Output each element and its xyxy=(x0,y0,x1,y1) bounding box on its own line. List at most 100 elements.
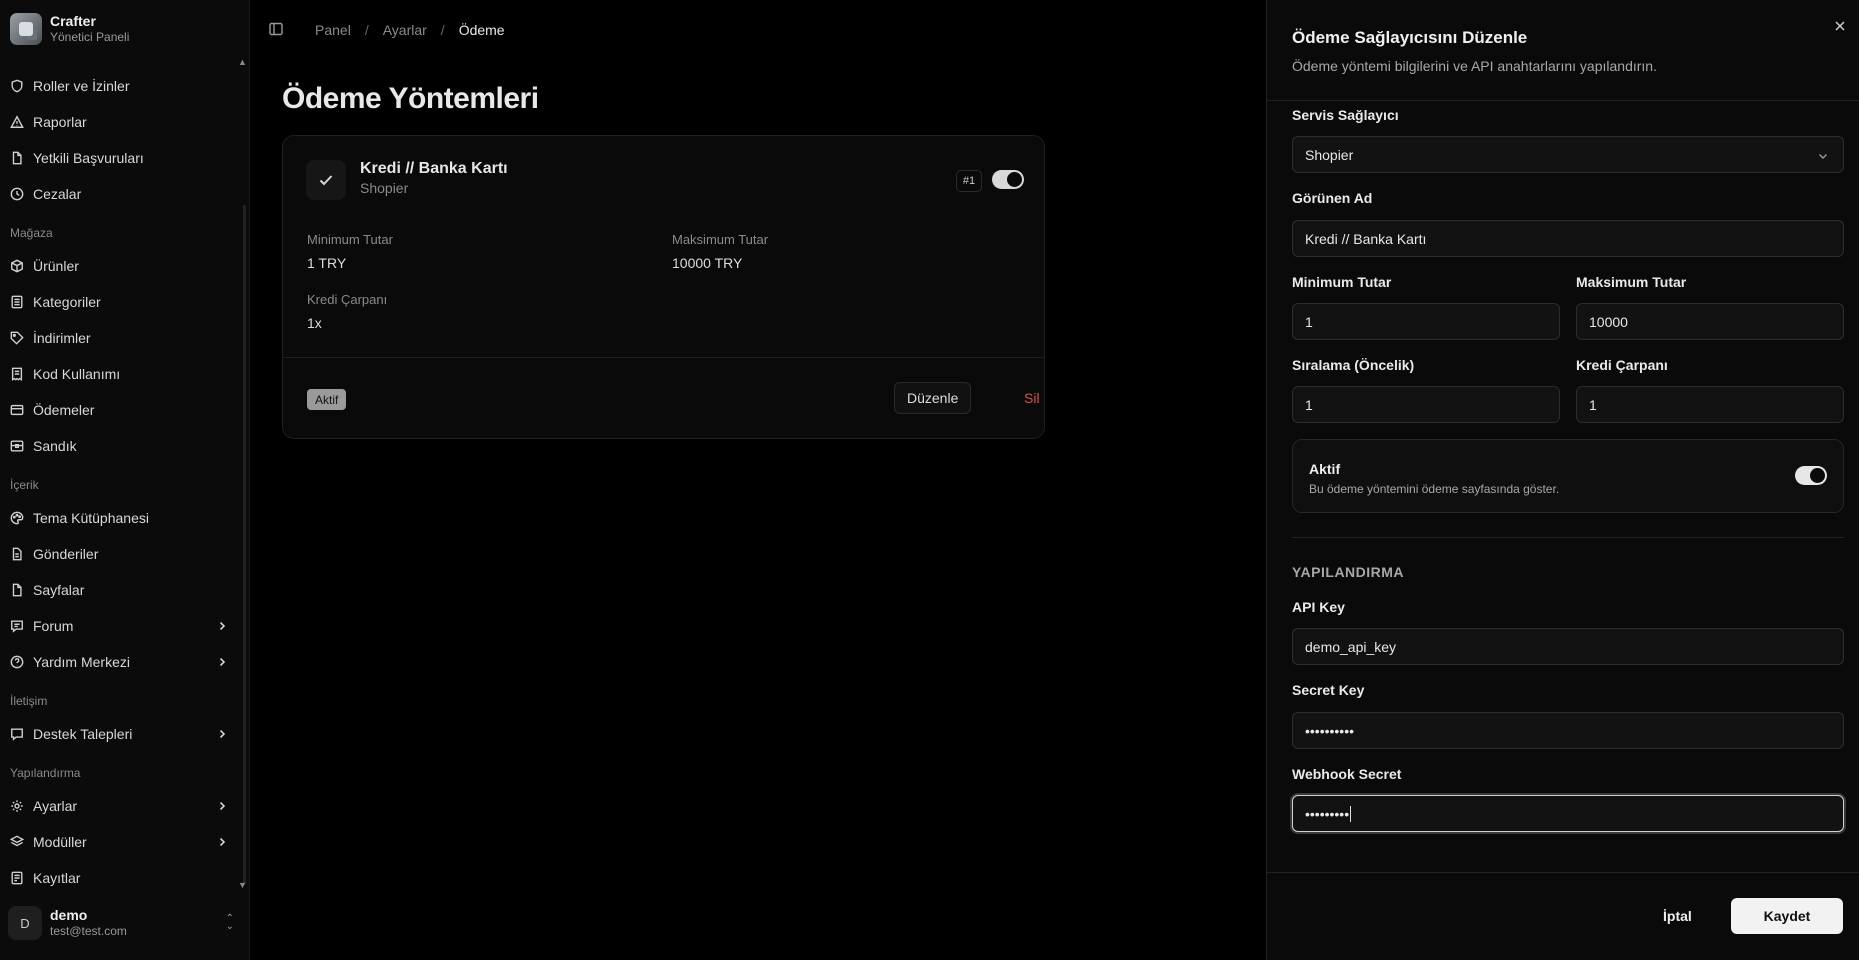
save-button[interactable]: Kaydet xyxy=(1731,898,1843,934)
sidebar-item-settings[interactable]: Ayarlar xyxy=(10,792,232,820)
active-description: Bu ödeme yöntemini ödeme sayfasında göst… xyxy=(1309,482,1560,496)
max-amount-label: Maksimum Tutar xyxy=(1576,274,1687,290)
panel-title: Ödeme Sağlayıcısını Düzenle xyxy=(1292,28,1528,47)
sidebar-item-categories[interactable]: Kategoriler xyxy=(10,288,232,316)
config-section-title: YAPILANDIRMA xyxy=(1292,564,1405,580)
chevron-right-icon xyxy=(219,837,226,847)
receipt-icon xyxy=(11,367,23,381)
secret-key-input[interactable]: •••••••••• xyxy=(1292,712,1844,749)
sidebar-item-code-usage[interactable]: Kod Kullanımı xyxy=(10,360,232,388)
api-key-input[interactable]: demo_api_key xyxy=(1292,628,1844,665)
sidebar-item-products[interactable]: Ürünler xyxy=(10,252,232,280)
sidebar-item-support-tickets[interactable]: Destek Talepleri xyxy=(10,720,232,748)
method-name: Kredi // Banka Kartı xyxy=(360,160,508,177)
multiplier-input[interactable]: 1 xyxy=(1576,386,1844,423)
delete-button[interactable]: Sil xyxy=(1024,382,1040,414)
order-label: Sıralama (Öncelik) xyxy=(1292,357,1415,373)
breadcrumb-item-panel[interactable]: Panel xyxy=(315,22,351,38)
sidebar-item-applications[interactable]: Yetkili Başvuruları xyxy=(10,144,232,172)
sidebar-toggle-icon[interactable] xyxy=(269,22,283,36)
sidebar-item-label: Sandık xyxy=(33,438,77,454)
text-cursor xyxy=(1350,805,1352,822)
chest-icon xyxy=(10,440,24,452)
sidebar-item-forum[interactable]: Forum xyxy=(10,612,232,640)
panel-description: Ödeme yöntemi bilgilerini ve API anahtar… xyxy=(1292,58,1657,74)
brand[interactable]: Crafter Yönetici Paneli xyxy=(10,13,129,45)
sidebar-item-label: Modüller xyxy=(33,834,87,850)
user-name: demo xyxy=(50,907,88,923)
webhook-secret-input[interactable]: ••••••••• xyxy=(1292,795,1844,832)
sidebar-item-chest[interactable]: Sandık xyxy=(10,432,232,460)
layers-icon xyxy=(10,835,24,847)
scroll-up-icon[interactable]: ▲ xyxy=(238,57,247,67)
sidebar-item-label: Forum xyxy=(33,618,74,634)
sidebar-item-modules[interactable]: Modüller xyxy=(10,828,232,856)
panel-header-divider xyxy=(1267,100,1859,101)
sidebar-item-theme-library[interactable]: Tema Kütüphanesi xyxy=(10,504,232,532)
sidebar-item-payments[interactable]: Ödemeler xyxy=(10,396,232,424)
sidebar-item-logs[interactable]: Kayıtlar xyxy=(10,864,232,892)
box-icon xyxy=(11,259,23,273)
cancel-button[interactable]: İptal xyxy=(1663,898,1692,934)
sidebar: Crafter Yönetici Paneli ▲ ▼ Roller ve İz… xyxy=(0,0,250,960)
max-amount-value: 10000 TRY xyxy=(672,255,743,271)
brand-subtitle: Yönetici Paneli xyxy=(50,30,130,44)
min-amount-value: 1 TRY xyxy=(307,255,347,271)
edit-provider-panel: Ödeme Sağlayıcısını Düzenle Ödeme yöntem… xyxy=(1266,0,1859,960)
sidebar-item-discounts[interactable]: İndirimler xyxy=(10,324,232,352)
status-badge: Aktif xyxy=(307,389,347,410)
chevron-right-icon xyxy=(219,729,226,739)
sidebar-item-label: Kategoriler xyxy=(33,294,101,310)
method-icon xyxy=(306,160,346,200)
scroll-down-icon[interactable]: ▼ xyxy=(238,880,247,890)
secret-key-label: Secret Key xyxy=(1292,682,1365,698)
method-enabled-toggle[interactable] xyxy=(992,170,1024,189)
provider-select-value: Shopier xyxy=(1305,146,1354,163)
provider-label: Servis Sağlayıcı xyxy=(1292,107,1399,123)
sidebar-item-pages[interactable]: Sayfalar xyxy=(10,576,232,604)
max-amount-input[interactable]: 10000 xyxy=(1576,303,1844,340)
multiplier-label: Kredi Çarpanı xyxy=(307,292,388,307)
tag-icon xyxy=(10,331,24,345)
webhook-secret-label: Webhook Secret xyxy=(1292,766,1402,782)
sidebar-scrollbar[interactable] xyxy=(243,205,246,885)
section-label-configuration: Yapılandırma xyxy=(10,766,81,780)
panel-footer-divider xyxy=(1267,872,1859,873)
sidebar-item-posts[interactable]: Gönderiler xyxy=(10,540,232,568)
sidebar-item-label: Tema Kütüphanesi xyxy=(33,510,149,526)
edit-button[interactable]: Düzenle xyxy=(894,382,972,414)
sidebar-item-label: Kayıtlar xyxy=(33,870,81,886)
sidebar-item-label: Kod Kullanımı xyxy=(33,366,121,382)
min-amount-input[interactable]: 1 xyxy=(1292,303,1560,340)
help-icon xyxy=(10,655,24,669)
page-title: Ödeme Yöntemleri xyxy=(282,82,539,115)
order-input[interactable]: 1 xyxy=(1292,386,1560,423)
sidebar-item-roles[interactable]: Roller ve İzinler xyxy=(10,72,232,100)
list-icon xyxy=(11,295,23,309)
sidebar-item-reports[interactable]: Raporlar xyxy=(10,108,232,136)
sidebar-item-label: Ödemeler xyxy=(33,402,95,418)
display-name-input[interactable]: Kredi // Banka Kartı xyxy=(1292,220,1844,257)
sidebar-item-help-center[interactable]: Yardım Merkezi xyxy=(10,648,232,676)
close-icon[interactable] xyxy=(1833,19,1847,33)
provider-select[interactable]: Shopier xyxy=(1292,136,1844,173)
breadcrumb-item-settings[interactable]: Ayarlar xyxy=(383,22,427,38)
sidebar-item-label: Sayfalar xyxy=(33,582,85,598)
sidebar-item-label: Yetkili Başvuruları xyxy=(33,150,144,166)
file-icon xyxy=(12,151,22,165)
active-title: Aktif xyxy=(1309,461,1341,477)
active-setting: Aktif Bu ödeme yöntemini ödeme sayfasınd… xyxy=(1292,439,1844,513)
sidebar-item-label: Destek Talepleri xyxy=(33,726,133,742)
method-provider: Shopier xyxy=(360,180,409,196)
active-toggle[interactable] xyxy=(1795,466,1827,485)
sidebar-item-label: Raporlar xyxy=(33,114,87,130)
main-content: Panel / Ayarlar / Ödeme Ödeme Yöntemleri… xyxy=(251,0,1266,960)
sidebar-item-label: Roller ve İzinler xyxy=(33,78,130,94)
payment-method-card: Kredi // Banka Kartı Shopier #1 Minimum … xyxy=(282,135,1045,439)
user-menu[interactable]: D demo test@test.com ⌃ ⌄ xyxy=(8,906,234,940)
sidebar-item-label: Yardım Merkezi xyxy=(33,654,130,670)
sidebar-item-penalties[interactable]: Cezalar xyxy=(10,180,232,208)
card-icon xyxy=(10,404,24,416)
config-divider xyxy=(1292,537,1844,538)
method-order-badge: #1 xyxy=(956,170,982,192)
